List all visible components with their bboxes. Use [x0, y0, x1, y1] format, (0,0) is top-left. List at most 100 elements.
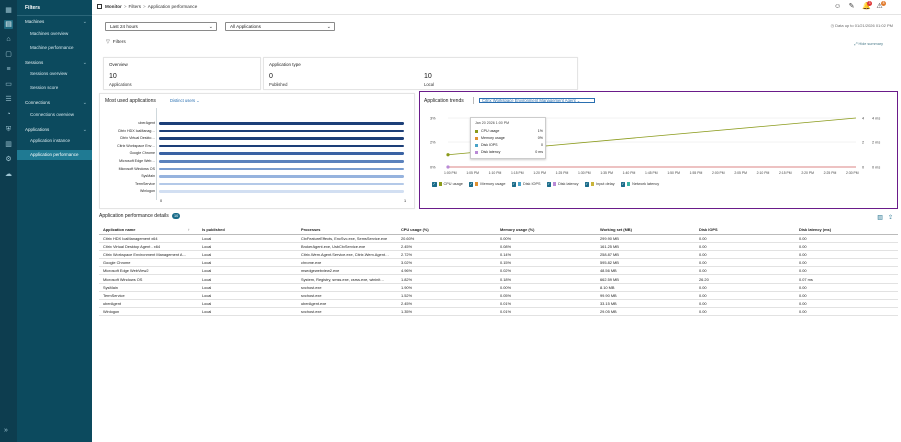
expand-icon[interactable]: »: [4, 427, 8, 434]
pie-icon[interactable]: ◔: [4, 110, 13, 119]
time-range-select[interactable]: Last 24 hours ⌄: [105, 22, 217, 31]
bar[interactable]: [159, 175, 404, 178]
document-icon[interactable]: ▭: [4, 80, 13, 89]
table-cell: 0.00: [795, 299, 898, 309]
bar[interactable]: [159, 137, 404, 140]
column-header[interactable]: CPU usage (%): [397, 226, 496, 235]
legend-item[interactable]: ✓ Memory usage: [468, 182, 506, 187]
panel-icon[interactable]: [97, 4, 102, 9]
bar-label: Winlogon: [140, 189, 155, 194]
legend-item[interactable]: ✓ Network latency: [620, 182, 659, 187]
table-cell: 0.01%: [496, 299, 596, 309]
sidebar-item-application-instance[interactable]: Application instance: [17, 136, 92, 146]
column-header[interactable]: Disk latency (ms): [795, 226, 898, 235]
checkbox-checked-icon[interactable]: ✓: [584, 182, 590, 187]
table-row[interactable]: Citrix HDX IcaManagement x64 Local CtxFeat…: [99, 234, 898, 243]
table-row[interactable]: Microsoft Windows OS Local System, Registr…: [99, 274, 898, 284]
legend-label: Disk IOPS: [523, 182, 541, 187]
export-icon[interactable]: ⇪: [888, 214, 893, 221]
sidebar-section-connections[interactable]: Connections ⌄: [17, 98, 92, 108]
table-row[interactable]: TermService Local svchost.exe 1.52% 0.05% 99.…: [99, 291, 898, 301]
column-header[interactable]: Disk IOPS: [695, 226, 795, 235]
legend-swatch: [627, 182, 631, 187]
column-header[interactable]: Memory usage (%): [496, 226, 596, 235]
bar[interactable]: [159, 182, 404, 186]
table-cell: Citrix HDX IcaManagement x64: [99, 234, 198, 243]
sort-arrow-icon[interactable]: ↑: [188, 227, 190, 232]
table-cell: Microsoft Windows OS: [99, 274, 198, 284]
table-row[interactable]: Microsoft Edge WebView2 Local msedgewebvie…: [99, 266, 898, 276]
table-row[interactable]: Winlogon Local svchost.exe 1.35% 0.01% 29.05 …: [99, 307, 898, 317]
bar[interactable]: [159, 190, 404, 193]
checkbox-checked-icon[interactable]: ✓: [468, 182, 474, 187]
sidebar-item-machine-performance[interactable]: Machine performance: [17, 43, 92, 53]
y2-tick-label: 0: [862, 166, 864, 170]
table-cell: CtxFeatureEffects, EncSvc.exe, SemsServi…: [297, 234, 397, 243]
table-cell: 0.00: [795, 307, 898, 317]
gear-icon[interactable]: ⚙: [4, 155, 13, 164]
bell-icon[interactable]: ⌂: [4, 35, 13, 44]
chevron-down-icon: ⌄: [82, 59, 87, 66]
columns-icon[interactable]: ▥: [877, 214, 883, 221]
settings-icon[interactable]: ▢: [4, 50, 13, 59]
shield-icon[interactable]: ⛨: [4, 125, 13, 134]
sidebar-item-sessions-overview[interactable]: Sessions overview: [17, 69, 92, 79]
sidebar-item-connections-overview[interactable]: Connections overview: [17, 110, 92, 120]
checkbox-checked-icon[interactable]: ✓: [620, 182, 626, 187]
notification-icon[interactable]: 🔔 3: [862, 1, 872, 11]
sidebar-section-applications[interactable]: Applications ⌄: [17, 125, 92, 135]
filters-label: Filters: [112, 40, 126, 45]
alert-icon[interactable]: ⚠ 8: [876, 1, 886, 11]
table-row[interactable]: uberAgent Local uberAgent.exe 2.45% 0.01% 33.…: [99, 299, 898, 309]
legend-item[interactable]: ✓ Input delay: [584, 182, 615, 187]
bar-row: Winlogon: [110, 189, 410, 194]
tooltip-row: Memory usage 0%: [475, 136, 543, 141]
bar-label: Google Chrome: [129, 151, 155, 156]
breadcrumb-monitor[interactable]: Monitor: [105, 4, 122, 9]
list-icon[interactable]: ≡: [4, 65, 13, 74]
column-header[interactable]: Is published: [198, 226, 297, 235]
checkbox-checked-icon[interactable]: ✓: [511, 182, 517, 187]
bar[interactable]: [159, 129, 404, 133]
legend-item[interactable]: ✓ Disk IOPS: [511, 182, 541, 187]
monitor-icon[interactable]: ▤: [4, 20, 13, 29]
table-row[interactable]: Citrix Workspace Environment Management …: [99, 250, 898, 260]
table-row[interactable]: SysMain Local svchost.exe 1.90% 0.00% 8.10 MB…: [99, 283, 898, 292]
breadcrumb-filters[interactable]: Filters: [129, 4, 142, 9]
column-header[interactable]: Processes: [297, 226, 397, 235]
bar[interactable]: [159, 152, 404, 155]
bar[interactable]: [159, 167, 404, 171]
column-header[interactable]: Application name ↑: [99, 226, 198, 235]
bar[interactable]: [159, 144, 404, 148]
checkbox-checked-icon[interactable]: ✓: [432, 182, 437, 187]
table-row[interactable]: Citrix Virtual Desktop Agent - x64 Local B…: [99, 242, 898, 251]
table-cell: 0.18%: [496, 274, 596, 284]
legend-item[interactable]: ✓ Disk latency: [546, 182, 579, 187]
table-cell: Local: [198, 250, 297, 260]
bar[interactable]: [159, 122, 404, 125]
table-cell: 1.82%: [397, 274, 496, 284]
sidebar-item-application-performance[interactable]: Application performance: [17, 150, 92, 160]
grid-icon[interactable]: ▦: [4, 6, 13, 15]
table-row[interactable]: Google Chrome Local chrome.exe 3.02% 0.15% 59…: [99, 258, 898, 268]
table-cell: 99.90 MB: [596, 291, 695, 301]
column-header[interactable]: Working set (MB): [596, 226, 695, 235]
filters-button[interactable]: ▽ Filters: [106, 40, 126, 45]
sidebar-item-session-score[interactable]: Session score: [17, 83, 92, 93]
x-tick-label: 1:00 PM: [444, 171, 457, 175]
feedback-icon[interactable]: ✎: [848, 3, 855, 11]
legend-item[interactable]: ✓ CPU usage: [432, 182, 463, 187]
metric-dropdown[interactable]: Distinct users ⌄: [170, 98, 200, 103]
tooltip-swatch: [475, 129, 478, 133]
people-icon[interactable]: ☰: [4, 95, 13, 104]
checkbox-checked-icon[interactable]: ✓: [546, 182, 552, 187]
bar[interactable]: [159, 160, 404, 163]
application-select[interactable]: All Applications ⌄: [225, 22, 335, 31]
hide-summary-button[interactable]: ⤢ Hide summary: [854, 42, 883, 46]
contacts-icon[interactable]: ☺: [834, 3, 841, 11]
sidebar-section-sessions[interactable]: Sessions ⌄: [17, 58, 92, 68]
building-icon[interactable]: ▥: [4, 140, 13, 149]
cloud-icon[interactable]: ☁: [4, 170, 13, 179]
sidebar-section-machines[interactable]: Machines ⌄: [17, 17, 92, 27]
sidebar-item-machines-overview[interactable]: Machines overview: [17, 29, 92, 39]
